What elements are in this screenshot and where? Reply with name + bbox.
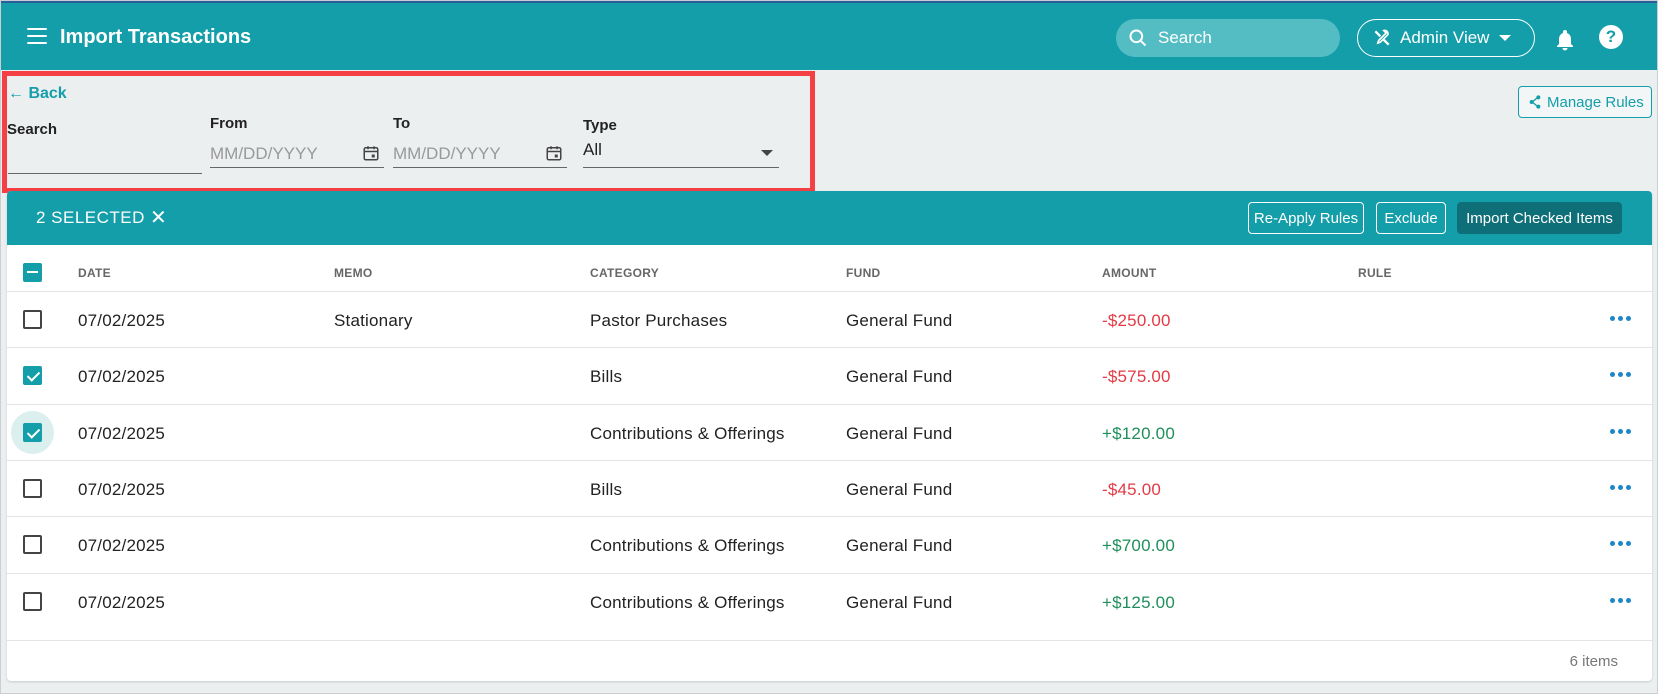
dropdown-arrow-icon: [761, 150, 773, 156]
cell-fund: General Fund: [846, 311, 953, 330]
type-selected-value: All: [583, 140, 602, 159]
clear-selection-icon[interactable]: ✕: [150, 205, 167, 230]
cell-category: Pastor Purchases: [590, 311, 728, 330]
search-icon: [1129, 29, 1147, 47]
column-header-rule[interactable]: RULE: [1358, 266, 1392, 280]
manage-rules-button[interactable]: Manage Rules: [1518, 86, 1652, 118]
table-row[interactable]: 07/02/2025 Bills General Fund -$45.00: [7, 459, 1652, 516]
exclude-button[interactable]: Exclude: [1376, 202, 1446, 234]
search-placeholder: Search: [1158, 28, 1212, 47]
column-header-memo[interactable]: MEMO: [334, 266, 373, 280]
back-link[interactable]: ← Back: [8, 85, 67, 103]
global-search-input[interactable]: Search: [1116, 19, 1340, 57]
cell-fund: General Fund: [846, 479, 953, 499]
cell-category: Bills: [590, 479, 623, 499]
from-date-placeholder: MM/DD/YYYY: [210, 143, 318, 163]
manage-rules-label: Manage Rules: [1547, 93, 1644, 111]
to-date-placeholder: MM/DD/YYYY: [393, 143, 501, 163]
cell-fund: General Fund: [846, 423, 953, 443]
cell-date: 07/02/2025: [78, 311, 166, 330]
cell-category: Contributions & Offerings: [590, 592, 785, 612]
page-title: Import Transactions: [60, 26, 252, 48]
column-header-amount[interactable]: AMOUNT: [1102, 266, 1156, 280]
table-row[interactable]: 07/02/2025 Bills General Fund -$575.00: [7, 347, 1652, 403]
column-header-fund[interactable]: FUND: [846, 266, 881, 280]
to-date-label: To: [393, 115, 411, 132]
row-checkbox[interactable]: [23, 310, 42, 329]
search-filter-label: Search: [7, 121, 58, 138]
more-options-icon[interactable]: [1610, 597, 1631, 603]
more-options-icon[interactable]: [1610, 316, 1631, 321]
select-all-checkbox[interactable]: [23, 263, 42, 282]
item-count: 6 items: [1569, 653, 1618, 670]
table-row[interactable]: 07/02/2025 Stationary Pastor Purchases Gene…: [7, 291, 1652, 347]
admin-view-button[interactable]: Admin View: [1357, 19, 1535, 57]
transactions-card: 2 SELECTED ✕ Re-Apply Rules Exclude Impo…: [7, 191, 1652, 681]
cell-date: 07/02/2025: [78, 479, 166, 499]
rules-icon: [1529, 95, 1541, 109]
cell-category: Contributions & Offerings: [590, 423, 785, 443]
row-checkbox[interactable]: [23, 422, 42, 442]
top-bar: Import Transactions Search Admin View ?: [0, 0, 1658, 70]
calendar-icon[interactable]: [545, 144, 563, 162]
more-options-icon[interactable]: [1610, 541, 1631, 547]
from-date-input[interactable]: MM/DD/YYYY: [210, 140, 384, 168]
cell-amount: +$120.00: [1102, 423, 1175, 443]
row-checkbox[interactable]: [23, 366, 42, 386]
cell-date: 07/02/2025: [78, 367, 166, 387]
row-checkbox[interactable]: [23, 591, 42, 611]
more-options-icon[interactable]: [1610, 484, 1631, 490]
cell-date: 07/02/2025: [78, 536, 166, 556]
cell-memo: Stationary: [334, 311, 413, 330]
column-header-date[interactable]: DATE: [78, 266, 111, 280]
cell-fund: General Fund: [846, 536, 953, 556]
tools-icon: [1374, 29, 1390, 46]
hamburger-icon[interactable]: [27, 28, 47, 44]
bell-icon[interactable]: [1553, 28, 1577, 52]
cell-amount: -$45.00: [1102, 479, 1162, 499]
from-date-label: From: [210, 115, 248, 132]
filter-highlight-box: [2, 71, 815, 193]
reapply-rules-button[interactable]: Re-Apply Rules: [1248, 202, 1364, 234]
calendar-icon[interactable]: [362, 144, 380, 162]
cell-amount: -$575.00: [1102, 367, 1171, 387]
table-row[interactable]: 07/02/2025 Contributions & Offerings Gener…: [7, 516, 1652, 572]
row-checkbox[interactable]: [23, 535, 42, 555]
cell-amount: +$700.00: [1102, 536, 1175, 556]
admin-view-label: Admin View: [1400, 28, 1490, 47]
row-checkbox[interactable]: [23, 478, 42, 498]
search-filter-input[interactable]: [8, 146, 202, 174]
arrow-left-icon: ←: [8, 85, 24, 102]
back-label: Back: [28, 85, 67, 102]
column-header-category[interactable]: CATEGORY: [590, 266, 659, 280]
import-checked-items-button[interactable]: Import Checked Items: [1457, 202, 1622, 234]
cell-amount: -$250.00: [1102, 311, 1171, 330]
chevron-down-icon: [1499, 35, 1512, 41]
more-options-icon[interactable]: [1610, 372, 1631, 378]
cell-date: 07/02/2025: [78, 592, 166, 612]
cell-date: 07/02/2025: [78, 423, 166, 443]
to-date-input[interactable]: MM/DD/YYYY: [393, 140, 567, 168]
cell-fund: General Fund: [846, 367, 953, 387]
cell-fund: General Fund: [846, 592, 953, 612]
cell-category: Bills: [590, 367, 623, 387]
table-row[interactable]: 07/02/2025 Contributions & Offerings Gener…: [7, 403, 1652, 460]
selection-bar: 2 SELECTED ✕ Re-Apply Rules Exclude Impo…: [7, 191, 1652, 245]
help-icon[interactable]: ?: [1599, 25, 1623, 49]
cell-category: Contributions & Offerings: [590, 536, 785, 556]
type-select[interactable]: All: [583, 140, 779, 168]
selected-count: 2 SELECTED: [36, 208, 145, 227]
table-row[interactable]: 07/02/2025 Contributions & Offerings Gener…: [7, 572, 1652, 629]
more-options-icon[interactable]: [1610, 428, 1631, 434]
type-label: Type: [583, 117, 617, 134]
cell-amount: +$125.00: [1102, 592, 1175, 612]
table-footer: 6 items: [7, 640, 1652, 681]
